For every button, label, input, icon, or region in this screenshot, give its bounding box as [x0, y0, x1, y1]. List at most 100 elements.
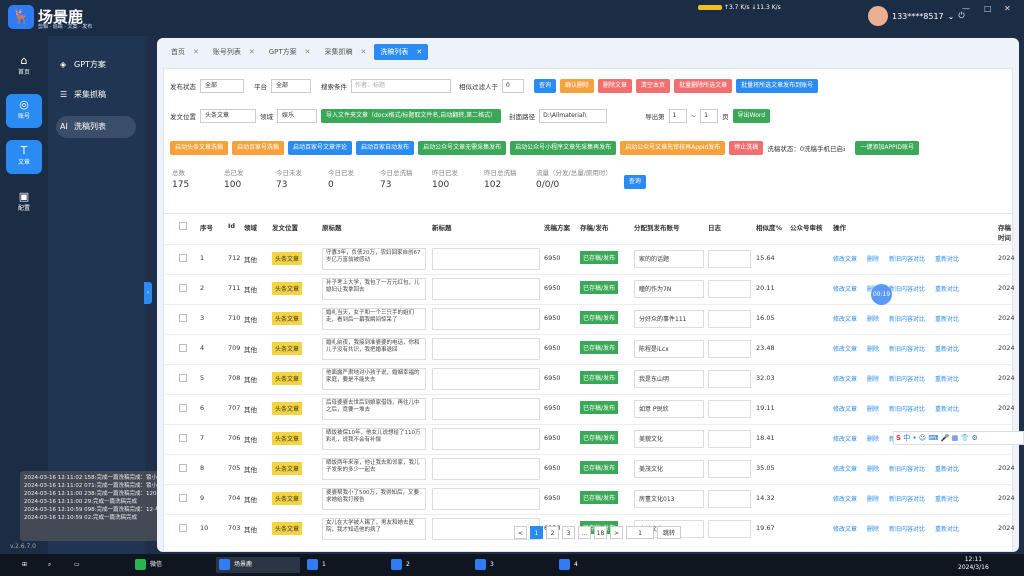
- goto-page-input[interactable]: 1: [626, 526, 654, 539]
- compare-link[interactable]: 新旧内容对比: [889, 526, 925, 533]
- new-title-field[interactable]: [432, 248, 540, 270]
- search-input[interactable]: 作者、标题: [351, 79, 451, 93]
- original-title-field[interactable]: 婆婆帮我小了500万，我得知后，又要求她给我打报告: [322, 488, 426, 510]
- collapse-handle[interactable]: ‹: [144, 282, 152, 304]
- close-button[interactable]: ✕: [1004, 4, 1011, 13]
- log-field[interactable]: [708, 250, 751, 268]
- prev-page-button[interactable]: <: [514, 526, 527, 539]
- taskbar-app[interactable]: 场景鹿: [216, 557, 300, 573]
- taskbar-window-1[interactable]: 1: [304, 557, 384, 573]
- start-icon[interactable]: ⊞: [4, 557, 27, 573]
- maximize-button[interactable]: □: [984, 4, 992, 13]
- row-checkbox[interactable]: [179, 314, 187, 322]
- compare-link[interactable]: 新旧内容对比: [889, 316, 925, 323]
- row-checkbox[interactable]: [179, 344, 187, 352]
- account-field[interactable]: 美貌文化: [634, 430, 704, 448]
- compare-link[interactable]: 新旧内容对比: [889, 346, 925, 353]
- edit-article-link[interactable]: 修改文章: [833, 286, 857, 293]
- start-toutiao-button[interactable]: 启动头条文章洗稿: [170, 141, 229, 155]
- edit-article-link[interactable]: 修改文章: [833, 256, 857, 263]
- confirm-delete-button[interactable]: 确认删除: [560, 79, 595, 93]
- start-baijia-publish-button[interactable]: 启动百家自动发布: [356, 141, 415, 155]
- original-title-field[interactable]: 他面露严肃地对小孩子说，婚姻幸福的家庭，要是不能失去: [322, 368, 426, 390]
- sidebar-item-config[interactable]: ▣ 配置: [6, 186, 42, 220]
- stop-button[interactable]: 停止洗稿: [729, 141, 764, 155]
- field-select[interactable]: 娱乐: [277, 109, 317, 123]
- close-icon[interactable]: ✕: [361, 48, 367, 56]
- page-button[interactable]: 3: [562, 526, 575, 539]
- original-title-field[interactable]: 晒饭两年来亲，他让我去和邻家，我儿子发来的多少一起去: [322, 458, 426, 480]
- delete-link[interactable]: 删除: [867, 376, 879, 383]
- delete-link[interactable]: 删除: [867, 256, 879, 263]
- floating-timer-button[interactable]: 00:19: [871, 284, 892, 305]
- page-button[interactable]: 1: [530, 526, 543, 539]
- taskview-icon[interactable]: ▭: [56, 557, 80, 573]
- row-checkbox[interactable]: [179, 374, 187, 382]
- page-to-input[interactable]: 1: [700, 109, 719, 123]
- start-baijia-comment-button[interactable]: 启动百家号文章评论: [288, 141, 353, 155]
- account-field[interactable]: 房董文化013: [634, 490, 704, 508]
- cover-path-input[interactable]: D:\Allmaterial\: [539, 109, 608, 123]
- log-field[interactable]: [708, 280, 751, 298]
- tab-accounts[interactable]: 账号列表 ✕: [207, 44, 261, 60]
- next-page-button[interactable]: >: [610, 526, 623, 539]
- tab-rewrite-list[interactable]: 洗稿列表 ✕: [374, 44, 429, 60]
- start-appid-button[interactable]: 启动公众号文章先审核再Appid发布: [620, 141, 726, 155]
- account-field[interactable]: 瞳的作为7N: [634, 280, 704, 298]
- account-field[interactable]: 分好众的事件111: [634, 310, 704, 328]
- delete-link[interactable]: 删除: [867, 526, 879, 533]
- new-title-field[interactable]: [432, 398, 540, 420]
- log-field[interactable]: [708, 400, 751, 418]
- taskbar-wechat[interactable]: 微信: [132, 557, 162, 573]
- edit-article-link[interactable]: 修改文章: [833, 526, 857, 533]
- limit-input[interactable]: 0: [502, 79, 524, 93]
- clear-page-button[interactable]: 清空本页: [636, 79, 671, 93]
- recompare-link[interactable]: 重新对比: [935, 286, 959, 293]
- delete-link[interactable]: 删除: [867, 496, 879, 503]
- row-checkbox[interactable]: [179, 434, 187, 442]
- log-field[interactable]: [708, 310, 751, 328]
- new-title-field[interactable]: [432, 338, 540, 360]
- compare-link[interactable]: 新旧内容对比: [889, 496, 925, 503]
- platform-select[interactable]: 全部: [271, 79, 311, 93]
- original-title-field[interactable]: 女儿在大学被人踢了，男友和她去医院，我才知道他的病了: [322, 518, 426, 540]
- recompare-link[interactable]: 重新对比: [935, 376, 959, 383]
- original-title-field[interactable]: 孙子考上大学，我包了一万元红包，儿媳妇让我拿回去: [322, 278, 426, 300]
- ime-toolbar[interactable]: S 中 • ☺ ⌨ 🎤 ▦ 👕 ⚙: [893, 431, 1024, 445]
- sidebar-item-article[interactable]: T 文章: [6, 140, 42, 174]
- original-title-field[interactable]: 守寡3年，负债20万，农妇回家自创67岁亿万富翁被感动: [322, 248, 426, 270]
- position-select[interactable]: 头条文章: [200, 109, 256, 123]
- compare-link[interactable]: 新旧内容对比: [889, 466, 925, 473]
- new-title-field[interactable]: [432, 488, 540, 510]
- close-icon[interactable]: ✕: [416, 48, 422, 56]
- log-field[interactable]: [708, 430, 751, 448]
- close-icon[interactable]: ✕: [305, 48, 311, 56]
- new-title-field[interactable]: [432, 458, 540, 480]
- original-title-field[interactable]: 晒饭被保10年，他女儿说想给了110万彩礼，说我不会有补偿: [322, 428, 426, 450]
- delete-article-button[interactable]: 删除文章: [598, 79, 633, 93]
- add-appid-button[interactable]: 一键添加APPID账号: [855, 141, 920, 155]
- batch-delete-button[interactable]: 批量删除所选文章: [674, 79, 733, 93]
- edit-article-link[interactable]: 修改文章: [833, 496, 857, 503]
- original-title-field[interactable]: 婚礼前夜，我接到准婆婆的电话，你和儿子没有共识，我把婚事退回: [322, 338, 426, 360]
- search-icon[interactable]: ⌕: [30, 557, 51, 573]
- sidebar-item-home[interactable]: ⌂ 首页: [6, 50, 42, 84]
- ime-mode[interactable]: 中: [903, 434, 910, 442]
- compare-link[interactable]: 新旧内容对比: [889, 376, 925, 383]
- compare-link[interactable]: 新旧内容对比: [889, 286, 925, 293]
- subnav-gpt[interactable]: ◈ GPT方案: [56, 54, 136, 76]
- recompare-link[interactable]: 重新对比: [935, 406, 959, 413]
- tab-home[interactable]: 首页 ✕: [165, 44, 205, 60]
- row-checkbox[interactable]: [179, 464, 187, 472]
- log-field[interactable]: [708, 490, 751, 508]
- query-button[interactable]: 查询: [534, 79, 557, 93]
- delete-link[interactable]: 删除: [867, 346, 879, 353]
- select-all-checkbox[interactable]: [179, 222, 187, 230]
- recompare-link[interactable]: 重新对比: [935, 496, 959, 503]
- delete-link[interactable]: 删除: [867, 466, 879, 473]
- original-title-field[interactable]: 婚礼当天，女子和一个三只手的姐们走，看到后一幕我瞬间惊呆了: [322, 308, 426, 330]
- edit-article-link[interactable]: 修改文章: [833, 406, 857, 413]
- row-checkbox[interactable]: [179, 494, 187, 502]
- close-icon[interactable]: ✕: [193, 48, 199, 56]
- start-baijia-button[interactable]: 启动百家号洗稿: [232, 141, 285, 155]
